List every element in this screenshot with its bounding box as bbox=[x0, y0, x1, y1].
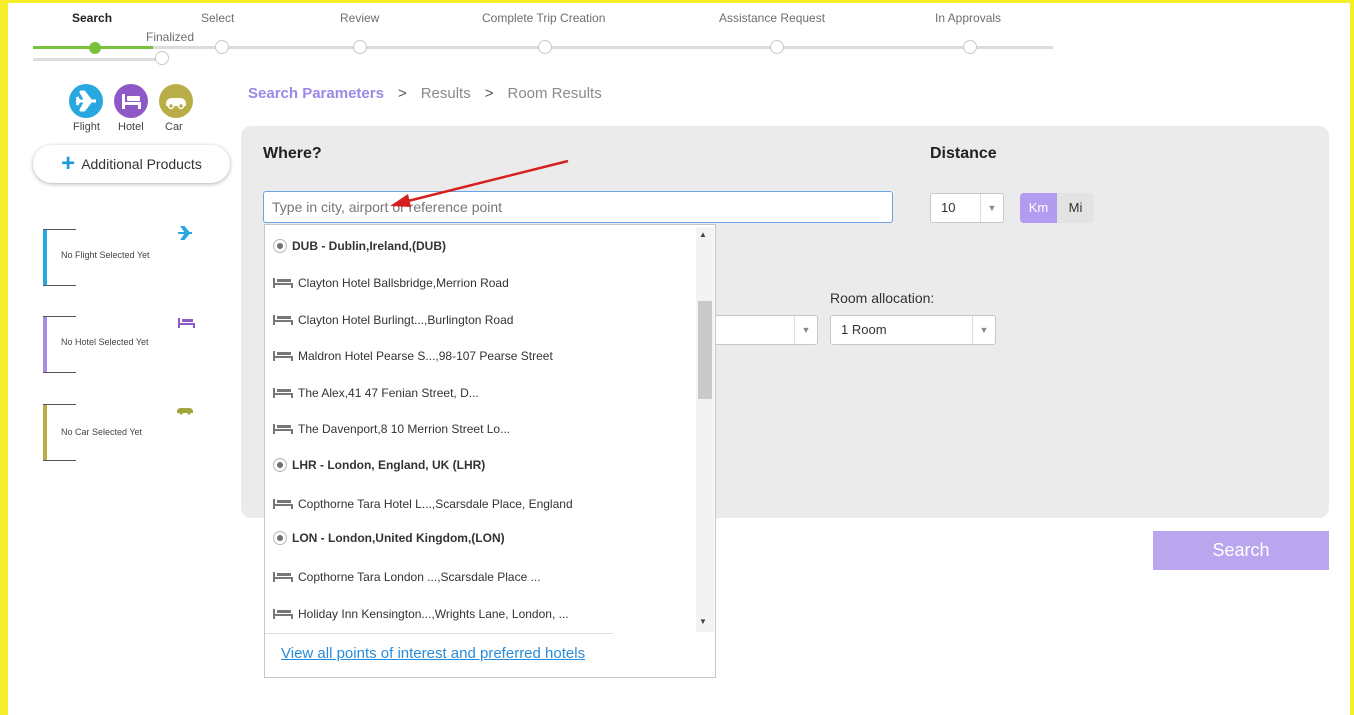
bed-icon bbox=[273, 315, 293, 325]
chevron-down-icon: ▼ bbox=[980, 194, 1003, 222]
bed-icon bbox=[178, 318, 195, 328]
list-item[interactable]: The Alex,41 47 Fenian Street, D... bbox=[273, 386, 479, 400]
bed-icon bbox=[273, 572, 293, 582]
list-item[interactable]: LHR - London, England, UK (LHR) bbox=[273, 458, 485, 472]
scroll-down-icon[interactable]: ▼ bbox=[699, 617, 707, 626]
breadcrumb-room-results[interactable]: Room Results bbox=[508, 85, 602, 102]
stepper-node-approvals bbox=[963, 40, 977, 54]
radio-icon bbox=[273, 458, 287, 472]
list-item[interactable]: Maldron Hotel Pearse S...,98-107 Pearse … bbox=[273, 349, 553, 363]
car-icon bbox=[166, 98, 186, 110]
radio-icon bbox=[273, 239, 287, 253]
dropdown-scrollbar[interactable] bbox=[696, 227, 714, 632]
stepper-node-select bbox=[215, 40, 229, 54]
dropdown-scrollbar-thumb[interactable] bbox=[698, 301, 712, 399]
hotel-label: Hotel bbox=[118, 121, 144, 133]
list-item-label: Holiday Inn Kensington...,Wrights Lane, … bbox=[298, 607, 569, 621]
stepper-node-finalized bbox=[155, 51, 169, 65]
bed-icon bbox=[273, 609, 293, 619]
chevron-down-icon: ▼ bbox=[972, 316, 995, 344]
breadcrumb: Search Parameters > Results > Room Resul… bbox=[248, 85, 602, 102]
step-assistance-request[interactable]: Assistance Request bbox=[719, 11, 825, 25]
list-item[interactable]: Copthorne Tara London ...,Scarsdale Plac… bbox=[273, 570, 541, 584]
list-item-label: The Alex,41 47 Fenian Street, D... bbox=[298, 386, 479, 400]
stepper-subtrack bbox=[33, 58, 158, 61]
view-all-poi-link[interactable]: View all points of interest and preferre… bbox=[281, 645, 585, 662]
airplane-icon bbox=[178, 226, 192, 240]
dropdown-divider bbox=[265, 633, 613, 634]
list-item[interactable]: Copthorne Tara Hotel L...,Scarsdale Plac… bbox=[273, 497, 573, 511]
bed-icon bbox=[273, 424, 293, 434]
stepper-node-complete bbox=[538, 40, 552, 54]
list-item-label: Maldron Hotel Pearse S...,98-107 Pearse … bbox=[298, 349, 553, 363]
list-item-label: DUB - Dublin,Ireland,(DUB) bbox=[292, 239, 446, 253]
step-select[interactable]: Select bbox=[201, 11, 234, 25]
list-item-label: Clayton Hotel Burlingt...,Burlington Roa… bbox=[298, 313, 514, 327]
step-search[interactable]: Search bbox=[72, 11, 112, 25]
car-product-button[interactable] bbox=[159, 84, 193, 118]
list-item-label: Clayton Hotel Ballsbridge,Merrion Road bbox=[298, 276, 509, 290]
list-item[interactable]: LON - London,United Kingdom,(LON) bbox=[273, 531, 505, 545]
flight-slot-text: No Flight Selected Yet bbox=[61, 250, 150, 260]
radio-icon bbox=[273, 531, 287, 545]
step-complete-trip[interactable]: Complete Trip Creation bbox=[482, 11, 605, 25]
list-item[interactable]: The Davenport,8 10 Merrion Street Lo... bbox=[273, 422, 510, 436]
location-autocomplete-dropdown: DUB - Dublin,Ireland,(DUB) Clayton Hotel… bbox=[264, 224, 716, 678]
car-icon bbox=[177, 408, 193, 415]
unit-km-button[interactable]: Km bbox=[1020, 193, 1057, 223]
list-item[interactable]: Clayton Hotel Burlingt...,Burlington Roa… bbox=[273, 313, 513, 327]
plus-icon: + bbox=[61, 150, 76, 177]
car-label: Car bbox=[165, 121, 183, 133]
list-item-label: Copthorne Tara London ...,Scarsdale Plac… bbox=[298, 570, 541, 584]
distance-label: Distance bbox=[930, 145, 997, 162]
hotel-product-button[interactable] bbox=[114, 84, 148, 118]
stepper-node-assistance bbox=[770, 40, 784, 54]
unit-mi-button[interactable]: Mi bbox=[1057, 193, 1094, 223]
list-item-label: LHR - London, England, UK (LHR) bbox=[292, 458, 486, 472]
bed-icon bbox=[273, 499, 293, 509]
bed-icon bbox=[273, 278, 293, 288]
list-item-label: LON - London,United Kingdom,(LON) bbox=[292, 531, 505, 545]
list-item[interactable]: Clayton Hotel Ballsbridge,Merrion Road bbox=[273, 276, 509, 290]
stepper-track bbox=[153, 46, 1053, 49]
room-allocation-label: Room allocation: bbox=[830, 290, 935, 306]
car-slot-text: No Car Selected Yet bbox=[61, 427, 143, 437]
stepper-node-search bbox=[89, 42, 101, 54]
additional-products-label: Additional Products bbox=[81, 156, 202, 172]
breadcrumb-results[interactable]: Results bbox=[421, 85, 471, 102]
hotel-slot-text: No Hotel Selected Yet bbox=[61, 337, 149, 347]
flight-label: Flight bbox=[73, 121, 100, 133]
flight-product-button[interactable] bbox=[69, 84, 103, 118]
scroll-up-icon[interactable]: ▲ bbox=[699, 230, 707, 239]
search-button[interactable]: Search bbox=[1153, 531, 1329, 570]
room-allocation-select[interactable]: 1 Room ▼ bbox=[830, 315, 996, 345]
chevron-down-icon: ▼ bbox=[794, 316, 817, 344]
airplane-icon bbox=[75, 90, 96, 112]
step-finalized: Finalized bbox=[146, 30, 195, 44]
step-in-approvals[interactable]: In Approvals bbox=[935, 11, 1001, 25]
list-item-label: The Davenport,8 10 Merrion Street Lo... bbox=[298, 422, 511, 436]
list-item-label: Copthorne Tara Hotel L...,Scarsdale Plac… bbox=[298, 497, 573, 511]
breadcrumb-separator: > bbox=[484, 85, 494, 102]
bed-icon bbox=[273, 351, 293, 361]
breadcrumb-separator: > bbox=[397, 85, 407, 102]
where-label: Where? bbox=[263, 145, 322, 162]
breadcrumb-search-parameters[interactable]: Search Parameters bbox=[248, 85, 384, 102]
distance-unit-toggle: Km Mi bbox=[1020, 193, 1094, 223]
room-allocation-value: 1 Room bbox=[841, 322, 887, 337]
list-item[interactable]: DUB - Dublin,Ireland,(DUB) bbox=[273, 239, 446, 253]
annotation-arrow-icon bbox=[390, 159, 569, 207]
distance-value: 10 bbox=[941, 200, 956, 215]
bed-icon bbox=[273, 388, 293, 398]
additional-products-button[interactable]: + Additional Products bbox=[33, 145, 230, 183]
list-item[interactable]: Holiday Inn Kensington...,Wrights Lane, … bbox=[273, 607, 569, 621]
step-review[interactable]: Review bbox=[340, 11, 379, 25]
bed-icon bbox=[122, 94, 141, 109]
distance-select[interactable]: 10 ▼ bbox=[930, 193, 1004, 223]
stepper-node-review bbox=[353, 40, 367, 54]
